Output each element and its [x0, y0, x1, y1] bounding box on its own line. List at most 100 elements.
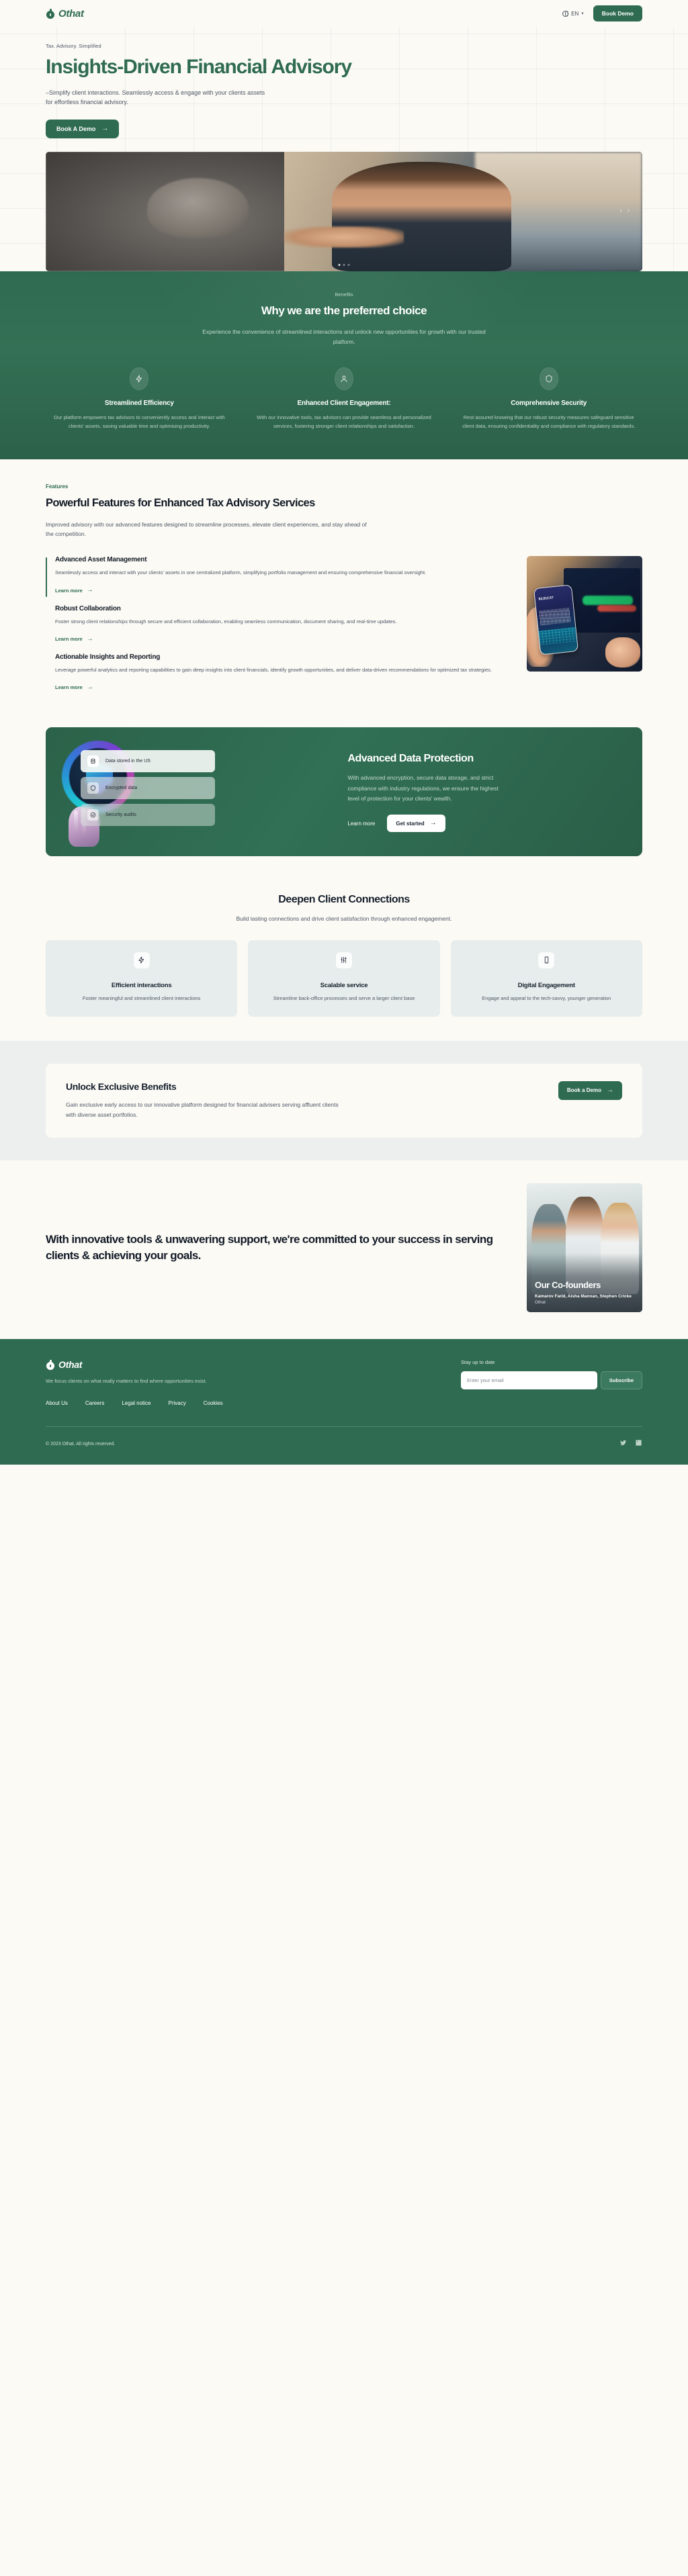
- footer-link-privacy[interactable]: Privacy: [169, 1400, 186, 1406]
- globe-icon: [562, 10, 569, 17]
- connection-body: Foster meaningful and streamlined client…: [82, 995, 201, 1001]
- footer-tagline: We focus clients on what really matters …: [46, 1378, 207, 1385]
- features-title: Powerful Features for Enhanced Tax Advis…: [46, 496, 315, 509]
- benefit-title: Enhanced Client Engagement:: [297, 400, 391, 408]
- footer-link-cookies[interactable]: Cookies: [204, 1400, 223, 1406]
- othat-balloon-logo-icon: [46, 8, 55, 19]
- founders-caption-overlay: Our Co-founders Kamarov Farid, Aisha Man…: [527, 1253, 642, 1313]
- benefits-subtitle: Experience the convenience of streamline…: [202, 328, 486, 346]
- newsletter-email-input[interactable]: [461, 1371, 597, 1390]
- connection-card-scalable-service: Scalable service Streamline back-office …: [248, 939, 440, 1017]
- chip-label: Data stored in the US: [105, 759, 150, 764]
- hero-section: Tax. Advisory. Simplified Insights-Drive…: [0, 27, 688, 272]
- feature-item-asset-management[interactable]: Advanced Asset Management Seamlessly acc…: [46, 556, 509, 604]
- chip-label: Encrypted data: [105, 786, 138, 791]
- hero-image-advisor: [332, 161, 511, 272]
- hero-book-demo-button[interactable]: Book A Demo →: [46, 120, 120, 139]
- benefit-card-security: Comprehensive Security Rest assured know…: [455, 367, 642, 431]
- page-title: Insights-Driven Financial Advisory: [46, 56, 352, 78]
- features-list: Advanced Asset Management Seamlessly acc…: [46, 556, 509, 702]
- unlock-cta-label: Book a Demo: [566, 1087, 601, 1094]
- connection-title: Scalable service: [320, 981, 368, 989]
- othat-balloon-logo-icon: [46, 1359, 55, 1370]
- arrow-right-icon: →: [86, 683, 93, 691]
- benefit-title: Streamlined Efficiency: [104, 400, 174, 408]
- data-protection-illustration: Data stored in the US Encrypted data Sec…: [62, 741, 333, 847]
- learn-more-label: Learn more: [55, 636, 83, 643]
- hero-image-client: [146, 178, 249, 238]
- feature-item-collaboration[interactable]: Robust Collaboration Foster strong clien…: [46, 605, 509, 653]
- chip-encrypted-data: Encrypted data: [81, 777, 215, 800]
- unlock-book-demo-button[interactable]: Book a Demo →: [558, 1080, 622, 1100]
- feature-body: Leverage powerful analytics and reportin…: [55, 667, 492, 674]
- founders-statement: With innovative tools & unwavering suppo…: [46, 1232, 493, 1262]
- features-image-red-chart: [597, 604, 637, 612]
- arrow-right-icon: →: [429, 819, 437, 827]
- benefits-section: Benefits Why we are the preferred choice…: [0, 271, 688, 459]
- chip-data-stored-us: Data stored in the US: [81, 750, 215, 773]
- benefit-card-engagement: Enhanced Client Engagement: With our inn…: [251, 367, 438, 431]
- feature-title: Advanced Asset Management: [55, 556, 147, 564]
- feature-title: Robust Collaboration: [55, 604, 121, 612]
- footer-divider: [46, 1426, 642, 1428]
- data-protection-body: With advanced encryption, secure data st…: [347, 774, 499, 802]
- user-person-icon: [335, 367, 353, 391]
- footer-nav: About Us Careers Legal notice Privacy Co…: [46, 1400, 434, 1406]
- language-selector[interactable]: EN ▾: [562, 10, 584, 17]
- twitter-icon[interactable]: [619, 1438, 627, 1450]
- features-image: $3,812.57: [527, 556, 642, 672]
- sliders-icon: [335, 952, 352, 968]
- site-header: Othat EN ▾ Book Demo: [0, 0, 688, 27]
- founders-image: Our Co-founders Kamarov Farid, Aisha Man…: [527, 1183, 642, 1313]
- lightning-bolt-icon: [130, 367, 149, 391]
- features-image-green-chart: [582, 595, 634, 605]
- linkedin-icon[interactable]: [635, 1438, 642, 1450]
- carousel-arrows-icon[interactable]: ‹ ›: [620, 207, 632, 214]
- learn-more-link[interactable]: Learn more →: [55, 635, 93, 643]
- footer-link-careers[interactable]: Careers: [85, 1400, 104, 1406]
- get-started-button[interactable]: Get started →: [387, 815, 445, 833]
- shield-icon: [539, 367, 558, 391]
- founders-section: With innovative tools & unwavering suppo…: [0, 1160, 688, 1340]
- arrow-right-icon: →: [86, 635, 93, 643]
- feature-body: Foster strong client relationships throu…: [55, 618, 397, 625]
- connection-title: Efficient interactions: [111, 981, 172, 989]
- newsletter-label: Stay up to date: [461, 1359, 495, 1366]
- benefit-body: Our platform empowers tax advisors to co…: [53, 414, 225, 430]
- features-section: Features Powerful Features for Enhanced …: [0, 459, 688, 723]
- benefit-card-efficiency: Streamlined Efficiency Our platform empo…: [46, 367, 233, 431]
- chevron-down-icon: ▾: [581, 11, 584, 16]
- hero-image-handshake: [284, 226, 404, 248]
- unlock-benefits-section: Unlock Exclusive Benefits Gain exclusive…: [0, 1040, 688, 1161]
- language-label: EN: [571, 10, 579, 17]
- data-protection-section: Data stored in the US Encrypted data Sec…: [0, 722, 688, 878]
- learn-more-link[interactable]: Learn more →: [55, 587, 93, 594]
- carousel-dots[interactable]: [338, 264, 350, 267]
- features-image-phone-sparkline: [540, 608, 572, 626]
- header-actions: EN ▾ Book Demo: [562, 5, 642, 21]
- features-image-phone: $3,812.57: [533, 584, 579, 655]
- footer-brand-logo[interactable]: Othat: [46, 1359, 434, 1370]
- mobile-phone-icon: [538, 952, 555, 968]
- connections-section: Deepen Client Connections Build lasting …: [0, 878, 688, 1041]
- subscribe-button[interactable]: Subscribe: [600, 1371, 642, 1390]
- learn-more-label: Learn more: [55, 587, 83, 594]
- arrow-right-icon: →: [101, 125, 109, 133]
- data-protection-learn-more-link[interactable]: Learn more: [347, 821, 375, 827]
- feature-item-insights-reporting[interactable]: Actionable Insights and Reporting Levera…: [46, 653, 509, 702]
- shield-icon: [87, 782, 99, 794]
- feature-title: Actionable Insights and Reporting: [55, 653, 161, 661]
- connections-subtitle: Build lasting connections and drive clie…: [236, 915, 452, 923]
- footer-link-about-us[interactable]: About Us: [46, 1400, 68, 1406]
- arrow-right-icon: →: [607, 1086, 613, 1094]
- book-demo-button[interactable]: Book Demo: [593, 5, 642, 21]
- feature-body: Seamlessly access and interact with your…: [55, 569, 427, 576]
- social-links: [619, 1438, 642, 1450]
- brand-logo[interactable]: Othat: [46, 8, 84, 19]
- learn-more-link[interactable]: Learn more →: [55, 684, 93, 691]
- chip-label: Security audits: [105, 813, 136, 818]
- footer-link-legal-notice[interactable]: Legal notice: [122, 1400, 150, 1406]
- founders-names: Kamarov Farid, Aisha Mannan, Stephen Cri…: [535, 1294, 632, 1299]
- connection-body: Engage and appeal to the tech-savvy, you…: [482, 995, 611, 1001]
- features-subtitle: Improved advisory with our advanced feat…: [46, 520, 367, 537]
